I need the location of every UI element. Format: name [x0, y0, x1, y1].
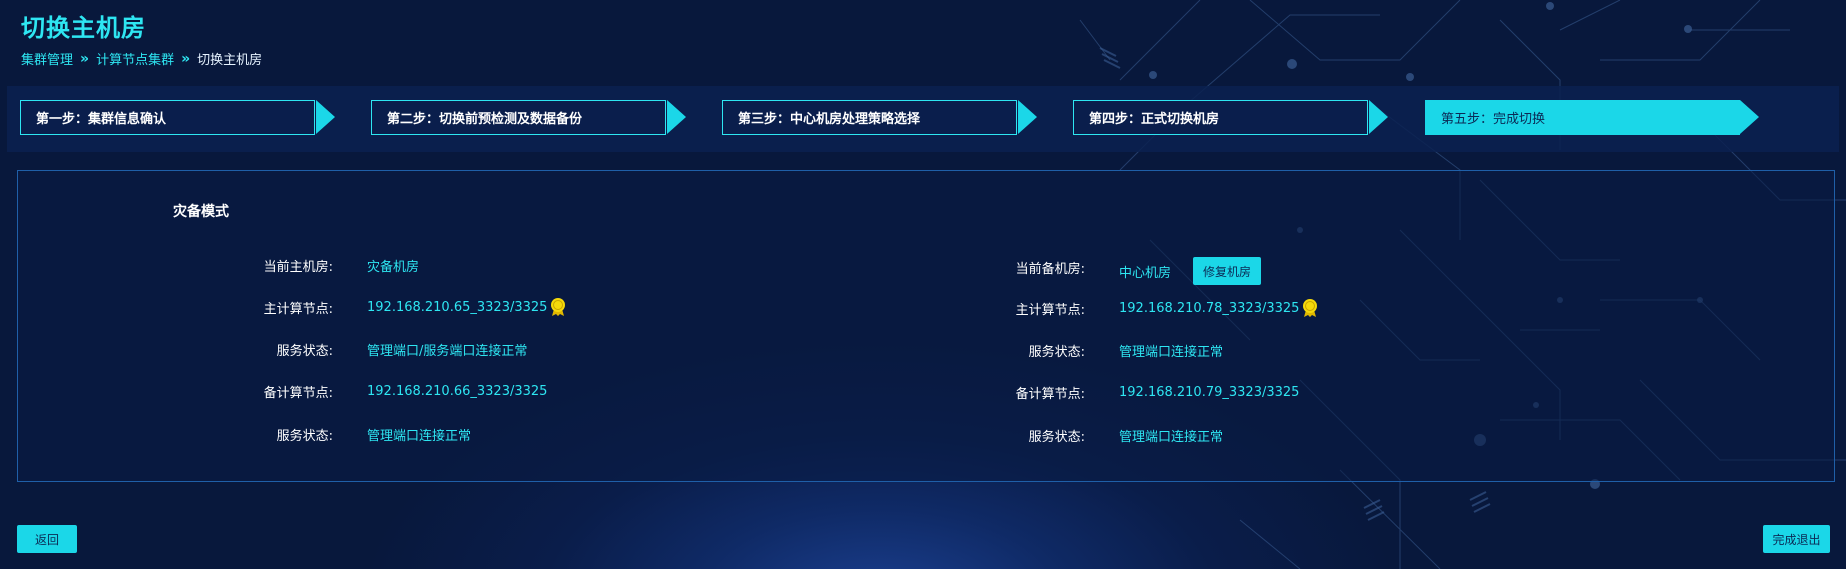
- page-title: 切换主机房: [21, 14, 146, 42]
- master-node-value-group: 192.168.210.78_3323/3325: [1119, 298, 1319, 318]
- step-5-complete-switch[interactable]: 第五步：完成切换: [1425, 100, 1759, 135]
- step-4-formal-switch[interactable]: 第四步：正式切换机房: [1073, 100, 1388, 135]
- current-master-room-label: 当前主机房:: [263, 259, 333, 275]
- current-backup-room-value: 中心机房: [1119, 265, 1172, 281]
- vip-badge-icon: [551, 298, 566, 316]
- step-arrow-icon: [1018, 100, 1037, 134]
- breadcrumb-cluster-management[interactable]: 集群管理: [21, 49, 73, 68]
- left-master-node-row: 主计算节点: 192.168.210.65_3323/3325: [213, 294, 567, 320]
- right-master-service-row: 服务状态: 管理端口连接正常: [965, 337, 1223, 363]
- step-2-precheck-backup[interactable]: 第二步：切换前预检测及数据备份: [371, 100, 686, 135]
- step-3-label: 第三步：中心机房处理策略选择: [722, 100, 1017, 135]
- repair-room-button[interactable]: 修复机房: [1193, 257, 1262, 285]
- step-2-label: 第二步：切换前预检测及数据备份: [371, 100, 666, 135]
- step-arrow-icon: [316, 100, 335, 134]
- backup-service-status: 管理端口连接正常: [1119, 429, 1224, 445]
- backup-service-label: 服务状态:: [276, 428, 333, 444]
- backup-service-label: 服务状态:: [1028, 429, 1085, 445]
- right-backup-service-row: 服务状态: 管理端口连接正常: [965, 422, 1223, 448]
- step-5-label: 第五步：完成切换: [1425, 100, 1740, 135]
- breadcrumb-separator-icon: »: [80, 50, 90, 67]
- master-node-address: 192.168.210.65_3323/3325: [367, 299, 548, 315]
- left-backup-node-row: 备计算节点: 192.168.210.66_3323/3325: [213, 378, 548, 404]
- master-service-status: 管理端口连接正常: [1119, 344, 1224, 360]
- wizard-steps-bar: 第一步：集群信息确认 第二步：切换前预检测及数据备份 第三步：中心机房处理策略选…: [7, 86, 1839, 152]
- step-4-label: 第四步：正式切换机房: [1073, 100, 1368, 135]
- step-1-cluster-info-confirm[interactable]: 第一步：集群信息确认: [20, 100, 335, 135]
- master-node-label: 主计算节点:: [263, 301, 333, 317]
- backup-node-address: 192.168.210.66_3323/3325: [367, 383, 548, 399]
- master-node-label: 主计算节点:: [1015, 302, 1085, 318]
- backup-node-label: 备计算节点:: [263, 385, 333, 401]
- step-3-center-room-strategy[interactable]: 第三步：中心机房处理策略选择: [722, 100, 1037, 135]
- backup-service-status: 管理端口连接正常: [367, 428, 472, 444]
- breadcrumb-separator-icon: »: [181, 50, 191, 67]
- master-service-status: 管理端口/服务端口连接正常: [367, 343, 528, 359]
- step-1-label: 第一步：集群信息确认: [20, 100, 315, 135]
- current-master-room-value: 灾备机房: [367, 259, 420, 275]
- right-current-backup-room-row: 当前备机房: 中心机房 修复机房: [965, 252, 1262, 285]
- finish-exit-button[interactable]: 完成退出: [1763, 525, 1830, 553]
- breadcrumb-current-page: 切换主机房: [197, 53, 263, 68]
- left-backup-service-row: 服务状态: 管理端口连接正常: [213, 421, 471, 447]
- backup-node-address: 192.168.210.79_3323/3325: [1119, 384, 1300, 400]
- mode-title: 灾备模式: [173, 204, 229, 220]
- master-service-label: 服务状态:: [276, 343, 333, 359]
- current-backup-room-label: 当前备机房:: [1015, 261, 1085, 277]
- back-button[interactable]: 返回: [17, 525, 77, 553]
- right-master-node-row: 主计算节点: 192.168.210.78_3323/3325: [965, 295, 1319, 321]
- disaster-recovery-panel: 灾备模式 当前主机房: 灾备机房 主计算节点: 192.168.210.65_3…: [17, 170, 1835, 482]
- step-arrow-icon: [1740, 100, 1759, 134]
- vip-badge-icon: [1303, 299, 1318, 317]
- master-node-address: 192.168.210.78_3323/3325: [1119, 300, 1300, 316]
- right-backup-node-row: 备计算节点: 192.168.210.79_3323/3325: [965, 379, 1300, 405]
- master-service-label: 服务状态:: [1028, 344, 1085, 360]
- left-current-master-room-row: 当前主机房: 灾备机房: [213, 252, 419, 278]
- left-master-service-row: 服务状态: 管理端口/服务端口连接正常: [213, 336, 528, 362]
- backup-node-label: 备计算节点:: [1015, 386, 1085, 402]
- step-arrow-icon: [1369, 100, 1388, 134]
- master-node-value-group: 192.168.210.65_3323/3325: [367, 297, 567, 317]
- breadcrumb: 集群管理 » 计算节点集群 » 切换主机房: [21, 49, 263, 69]
- breadcrumb-compute-node-cluster[interactable]: 计算节点集群: [96, 49, 174, 68]
- step-arrow-icon: [667, 100, 686, 134]
